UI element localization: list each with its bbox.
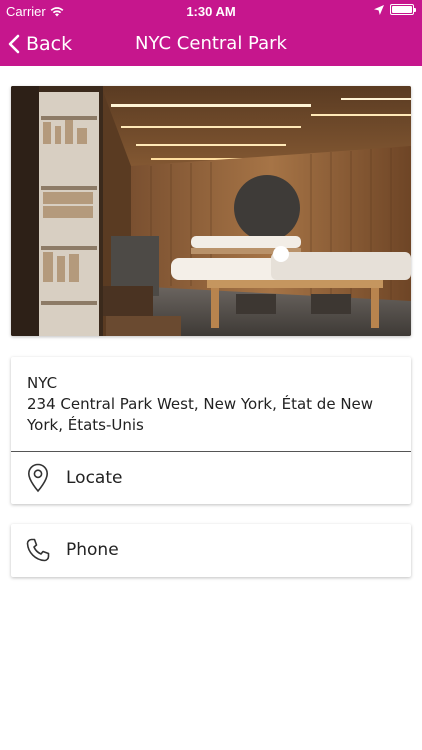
- phone-card: Phone: [11, 524, 411, 577]
- spa-photo: [11, 86, 411, 336]
- location-name: NYC: [27, 374, 58, 392]
- phone-button[interactable]: Phone: [11, 524, 411, 576]
- locate-label: Locate: [66, 468, 123, 488]
- phone-icon: [25, 535, 51, 565]
- location-arrow-icon: [374, 4, 384, 15]
- status-right: [374, 4, 416, 15]
- map-pin-icon: [25, 463, 51, 493]
- location-address: 234 Central Park West, New York, État de…: [27, 395, 374, 434]
- battery-icon: [390, 4, 416, 15]
- locate-button[interactable]: Locate: [11, 452, 411, 504]
- address-block: NYC 234 Central Park West, New York, Éta…: [11, 357, 411, 451]
- phone-label: Phone: [66, 540, 119, 560]
- status-time: 1:30 AM: [186, 4, 236, 19]
- navigation-bar: Back NYC Central Park: [0, 22, 422, 66]
- page-title: NYC Central Park: [135, 33, 287, 54]
- location-card: NYC 234 Central Park West, New York, Éta…: [11, 357, 411, 504]
- status-bar: Carrier 1:30 AM: [0, 0, 422, 22]
